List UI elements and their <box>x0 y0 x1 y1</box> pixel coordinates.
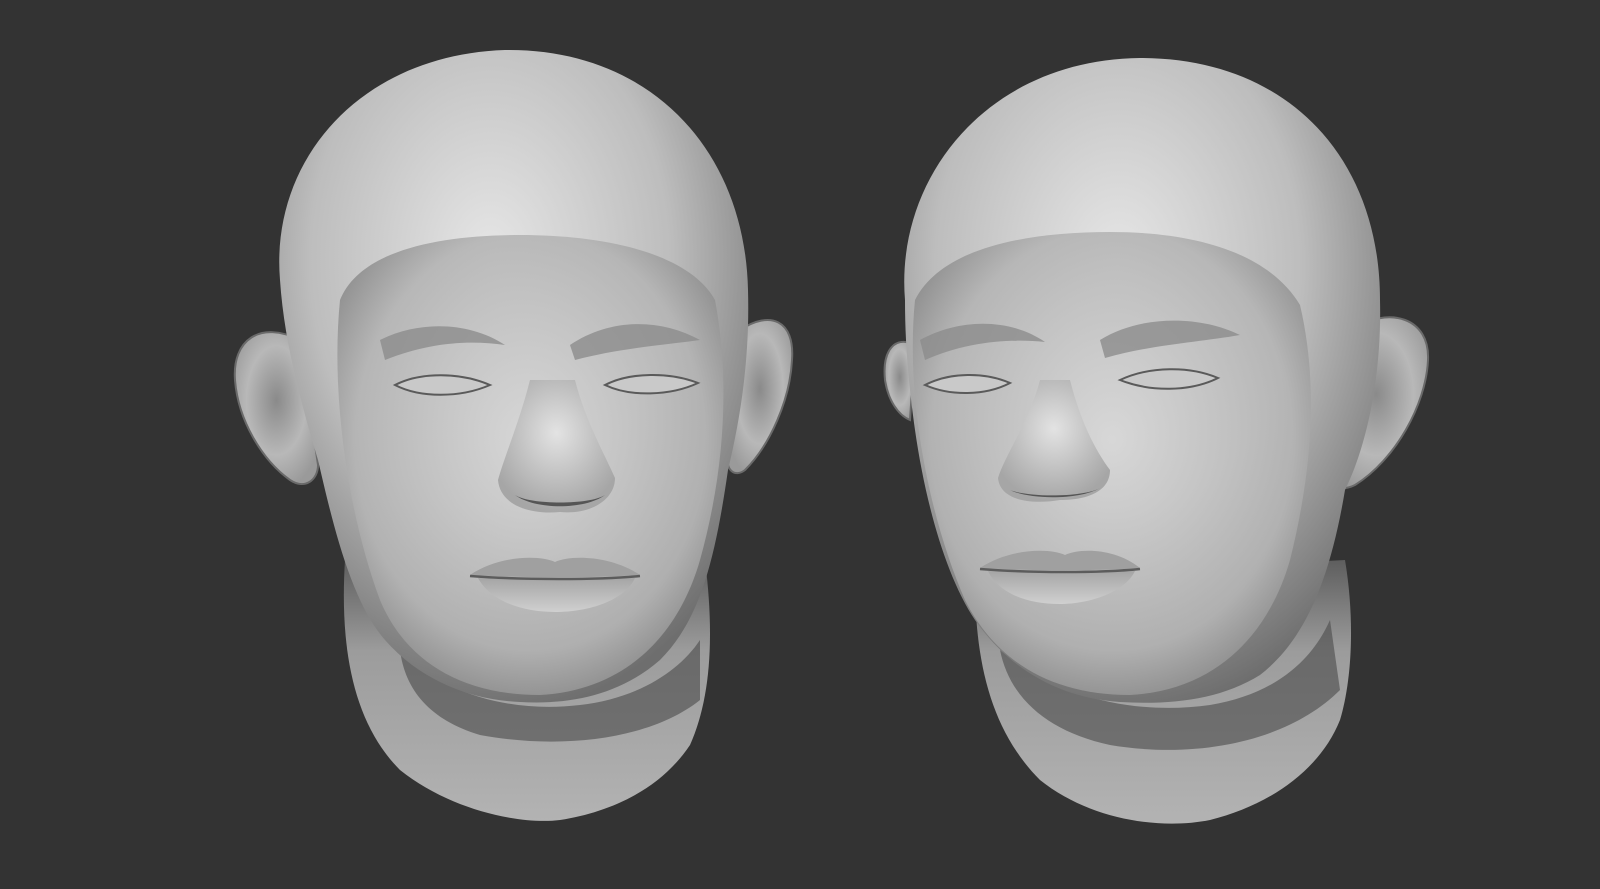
viewport-canvas <box>233 49 1430 824</box>
sculpted-head-front[interactable] <box>233 49 794 821</box>
sculpt-viewport[interactable] <box>0 0 1600 889</box>
face-plane <box>912 232 1311 695</box>
sculpted-head-turned[interactable] <box>883 58 1430 824</box>
